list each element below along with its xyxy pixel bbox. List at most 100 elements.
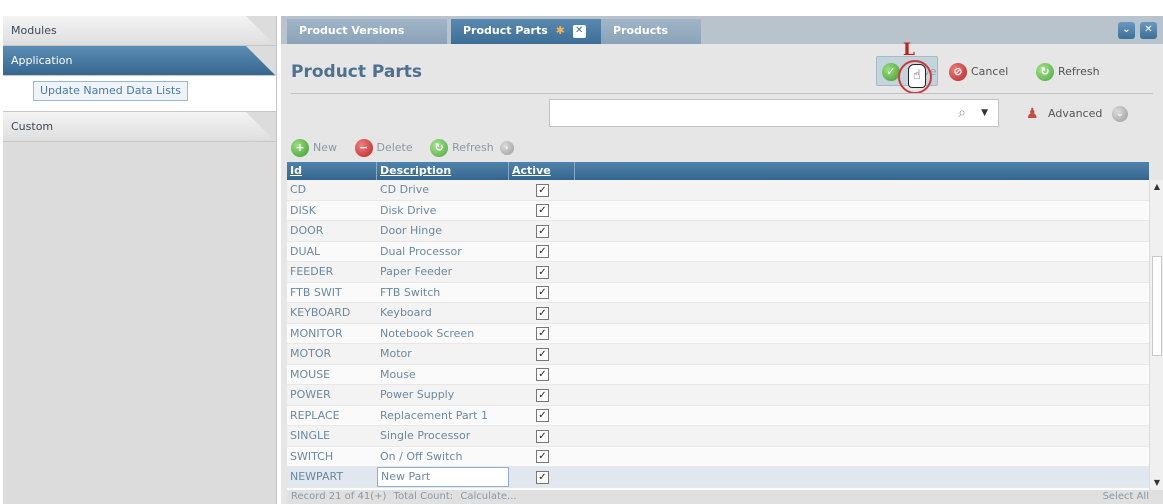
cell-description[interactable]: Power Supply (377, 385, 509, 405)
table-row[interactable]: FTB SWIT FTB Switch ✓ (287, 282, 1149, 303)
table-row[interactable]: SINGLE Single Processor ✓ (287, 426, 1149, 447)
expand-icon[interactable]: ⌄ (1111, 106, 1128, 122)
table-row[interactable]: SWITCH On / Off Switch ✓ (287, 446, 1149, 467)
active-checkbox[interactable]: ✓ (536, 306, 549, 320)
scroll-up-icon[interactable]: ▲ (1150, 180, 1163, 194)
cell-id[interactable]: FEEDER (287, 262, 377, 282)
nav-application[interactable]: Application (3, 46, 276, 76)
active-checkbox[interactable]: ✓ (536, 470, 549, 484)
cell-description[interactable]: FTB Switch (377, 283, 509, 303)
table-row[interactable]: MOTOR Motor ✓ (287, 344, 1149, 365)
tab-product-parts-label: Product Parts (463, 24, 548, 37)
active-checkbox[interactable]: ✓ (536, 265, 549, 279)
cell-id[interactable]: MOUSE (287, 365, 377, 385)
cell-id[interactable]: SWITCH (287, 447, 377, 467)
active-checkbox[interactable]: ✓ (536, 429, 549, 443)
cell-description[interactable]: Dual Processor (377, 242, 509, 262)
active-checkbox[interactable]: ✓ (536, 409, 549, 422)
tab-product-parts[interactable]: Product Parts ✱ ✕ (451, 19, 611, 44)
chevron-right-icon[interactable]: › (499, 141, 514, 155)
table-row[interactable]: REPLACE Replacement Part 1 ✓ (287, 405, 1149, 426)
delete-button[interactable]: − Delete (354, 136, 413, 160)
nav-application-label: Application (11, 54, 73, 67)
select-all-link[interactable]: Select All (1103, 490, 1149, 504)
table-row[interactable]: FEEDER Paper Feeder ✓ (287, 262, 1149, 283)
table-row[interactable]: MOUSE Mouse ✓ (287, 364, 1149, 385)
table-row[interactable]: DISK Disk Drive ✓ (287, 200, 1149, 221)
cell-id[interactable]: NEWPART (287, 467, 377, 487)
title-divider (291, 93, 1153, 94)
cell-id[interactable]: MONITOR (287, 324, 377, 344)
grid-refresh-button[interactable]: ↻ Refresh › (430, 136, 518, 160)
scroll-down-icon[interactable]: ▼ (1150, 476, 1163, 490)
active-checkbox[interactable]: ✓ (536, 327, 549, 340)
calculate-link[interactable]: Calculate... (460, 491, 516, 502)
table-row[interactable]: MONITOR Notebook Screen ✓ (287, 323, 1149, 344)
table-row[interactable]: NEWPART New Part ✓ (287, 467, 1149, 488)
active-checkbox[interactable]: ✓ (536, 286, 549, 299)
advanced-label: Advanced (1048, 107, 1103, 120)
new-button[interactable]: + New (291, 136, 337, 160)
search-icon[interactable]: ⌕ (958, 105, 966, 121)
cell-id[interactable]: REPLACE (287, 406, 377, 426)
cell-active: ✓ (509, 180, 575, 200)
table-row[interactable]: DOOR Door Hinge ✓ (287, 221, 1149, 242)
cell-id[interactable]: DUAL (287, 242, 377, 262)
cell-id[interactable]: POWER (287, 385, 377, 405)
active-checkbox[interactable]: ✓ (536, 224, 549, 238)
cell-id[interactable]: FTB SWIT (287, 283, 377, 303)
cell-id[interactable]: KEYBOARD (287, 303, 377, 323)
column-header-id[interactable]: Id (287, 162, 377, 180)
cell-description[interactable]: Single Processor (377, 426, 509, 446)
cell-active: ✓ (509, 221, 575, 241)
chevron-down-icon[interactable]: ▼ (981, 108, 988, 118)
active-checkbox[interactable]: ✓ (536, 347, 549, 361)
active-checkbox[interactable]: ✓ (536, 183, 549, 197)
cell-description[interactable]: Replacement Part 1 (377, 406, 509, 426)
cell-id[interactable]: MOTOR (287, 344, 377, 364)
cancel-button[interactable]: ⊘ Cancel (949, 61, 1008, 83)
refresh-button[interactable]: ↻ Refresh (1036, 61, 1100, 83)
cell-id[interactable]: CD (287, 180, 377, 200)
table-row[interactable]: DUAL Dual Processor ✓ (287, 241, 1149, 262)
column-header-active[interactable]: Active (509, 162, 575, 180)
cell-description[interactable]: Motor (377, 344, 509, 364)
table-row[interactable]: CD CD Drive ✓ (287, 180, 1149, 201)
table-row[interactable]: POWER Power Supply ✓ (287, 385, 1149, 406)
update-named-data-lists-button[interactable]: Update Named Data Lists (33, 81, 188, 101)
minus-icon: − (354, 139, 373, 157)
nav-custom[interactable]: Custom (3, 112, 276, 142)
search-input[interactable]: ⌕ ▼ (549, 99, 999, 127)
active-checkbox[interactable]: ✓ (536, 245, 549, 258)
tab-products[interactable]: Products (601, 19, 701, 44)
nav-modules-label: Modules (11, 24, 57, 37)
grid-scrollbar[interactable]: ▲ ▼ (1149, 180, 1163, 490)
advanced-search-button[interactable]: ♟ Advanced ⌄ (1026, 103, 1132, 125)
cell-description[interactable]: Keyboard (377, 303, 509, 323)
active-checkbox[interactable]: ✓ (536, 204, 549, 217)
close-icon[interactable]: ✕ (1140, 22, 1157, 39)
cell-description[interactable]: Disk Drive (377, 201, 509, 221)
active-checkbox[interactable]: ✓ (536, 368, 549, 381)
cell-description[interactable]: Door Hinge (377, 221, 509, 241)
cell-id[interactable]: DISK (287, 201, 377, 221)
cell-description[interactable]: Paper Feeder (377, 262, 509, 282)
scroll-thumb[interactable] (1152, 256, 1162, 356)
cell-description[interactable]: CD Drive (377, 180, 509, 200)
close-tab-icon[interactable]: ✕ (572, 24, 586, 38)
cell-description[interactable]: New Part (377, 467, 509, 487)
nav-modules[interactable]: Modules (3, 16, 276, 46)
tab-product-versions[interactable]: Product Versions (287, 19, 447, 44)
cell-id[interactable]: SINGLE (287, 426, 377, 446)
cell-description[interactable]: On / Off Switch (377, 447, 509, 467)
active-checkbox[interactable]: ✓ (536, 450, 549, 463)
table-row[interactable]: KEYBOARD Keyboard ✓ (287, 303, 1149, 324)
active-checkbox[interactable]: ✓ (536, 388, 549, 402)
cell-id[interactable]: DOOR (287, 221, 377, 241)
gear-icon[interactable]: ✱ (556, 24, 565, 37)
cell-description[interactable]: Mouse (377, 365, 509, 385)
cell-active: ✓ (509, 324, 575, 344)
cell-description[interactable]: Notebook Screen (377, 324, 509, 344)
chevron-double-down-icon[interactable]: ⌄ (1118, 22, 1135, 39)
column-header-description[interactable]: Description (377, 162, 509, 180)
